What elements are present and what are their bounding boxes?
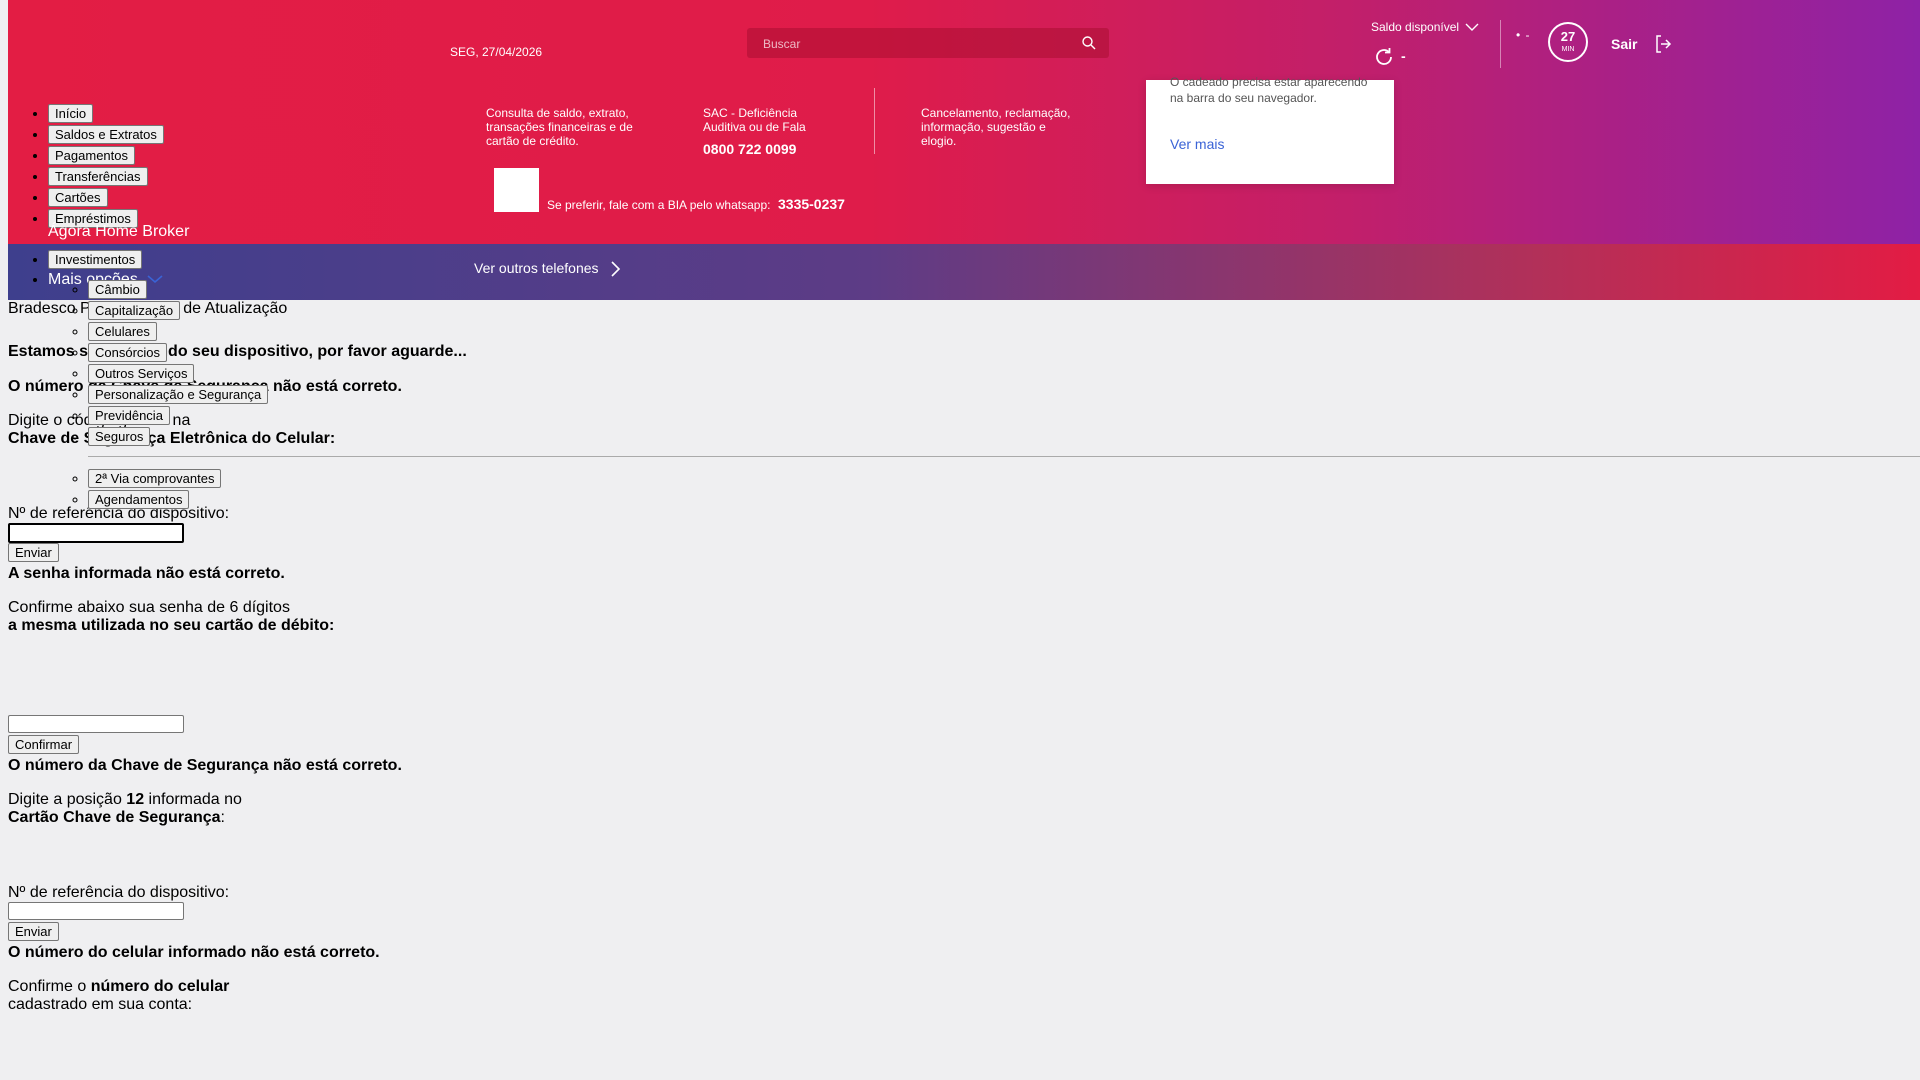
nav-item-transferencias[interactable]: Transferências	[48, 167, 148, 186]
timer-value: 27	[1560, 29, 1576, 44]
nav-link-agora-home-broker[interactable]: Ágora Home Broker	[48, 223, 189, 240]
menu-item-outros-servicos[interactable]: Outros Serviços	[88, 364, 195, 383]
logout-icon[interactable]	[1654, 34, 1672, 59]
search-placeholder: Buscar	[763, 37, 801, 51]
instruction-text: Confirme o número do celular	[8, 978, 1908, 996]
position-suffix: informada no	[148, 791, 242, 808]
error-message: O número da Chave de Segurança não está …	[8, 757, 402, 774]
balance-value: -	[1401, 48, 1406, 64]
nav-item-cartoes[interactable]: Cartões	[48, 188, 108, 207]
instruction-text: Cartão Chave de Segurança:	[8, 809, 1908, 829]
timer-unit: MIN	[1561, 46, 1575, 53]
position-prefix: Digite a posição	[8, 791, 122, 808]
instruction-text: Digite a posição 12 informada no	[8, 791, 1908, 809]
send-button-2[interactable]: Enviar	[8, 922, 59, 941]
chevron-down-icon[interactable]	[1464, 20, 1480, 39]
balance-label[interactable]: Saldo disponível	[1371, 20, 1459, 34]
phone-bold: número do celular	[90, 978, 230, 995]
menu-item-previdencia[interactable]: Previdência	[88, 406, 170, 425]
logout-button[interactable]: Sair	[1611, 36, 1637, 52]
confirm-button[interactable]: Confirmar	[8, 735, 80, 754]
refresh-icon[interactable]	[1373, 46, 1395, 73]
points-indicator: • -	[1516, 28, 1531, 42]
password-input[interactable]	[8, 715, 184, 733]
nav-item-pagamentos[interactable]: Pagamentos	[48, 146, 135, 165]
instruction-text: Confirme abaixo sua senha de 6 dígitos	[8, 599, 290, 616]
send-button[interactable]: Enviar	[8, 543, 59, 562]
position-number: 12	[126, 791, 145, 808]
reference-input-2[interactable]	[8, 902, 184, 920]
instruction-text: cadastrado em sua conta:	[8, 996, 193, 1013]
lock-card-text: O cadeado precisa estar aparecendo na ba…	[1170, 75, 1368, 105]
divider	[1500, 20, 1501, 68]
nav-item-investimentos[interactable]: Investimentos	[48, 250, 143, 269]
nav-item-saldos-extratos[interactable]: Saldos e Extratos	[48, 125, 164, 144]
menu-item-2via-comprovantes[interactable]: 2ª Via comprovantes	[88, 469, 222, 488]
divider	[88, 456, 1920, 457]
error-message: O número do celular informado não está c…	[8, 944, 380, 961]
current-date: SEG, 27/04/2026	[450, 45, 543, 59]
menu-item-agendamentos[interactable]: Agendamentos	[88, 490, 190, 509]
colon: :	[220, 809, 225, 826]
menu-item-cambio[interactable]: Câmbio	[88, 280, 147, 299]
search-input[interactable]: Buscar	[747, 28, 1109, 58]
menu-item-consorcios[interactable]: Consórcios	[88, 343, 168, 362]
error-message: A senha informada não está correto.	[8, 565, 285, 582]
session-timer: 27 MIN	[1548, 22, 1588, 62]
reference-input[interactable]	[8, 523, 184, 543]
menu-item-capitalizacao[interactable]: Capitalização	[88, 301, 181, 320]
menu-item-celulares[interactable]: Celulares	[88, 322, 157, 341]
search-icon[interactable]	[1081, 35, 1097, 56]
menu-item-seguros[interactable]: Seguros	[88, 427, 151, 446]
chevron-down-icon[interactable]	[146, 272, 164, 288]
menu-item-personalizacao-seguranca[interactable]: Personalização e Segurança	[88, 385, 269, 404]
main-nav: Início Saldos e Extratos Pagamentos Tran…	[8, 104, 1920, 511]
card-name: Cartão Chave de Segurança	[8, 809, 221, 826]
instruction-text: a mesma utilizada no seu cartão de débit…	[8, 617, 335, 634]
phone-prefix: Confirme o	[8, 978, 87, 995]
nav-item-inicio[interactable]: Início	[48, 104, 94, 123]
more-options-menu: Câmbio Capitalização Celulares Consórcio…	[48, 280, 1920, 511]
field-label: Nº de referência do dispositivo:	[8, 884, 230, 901]
